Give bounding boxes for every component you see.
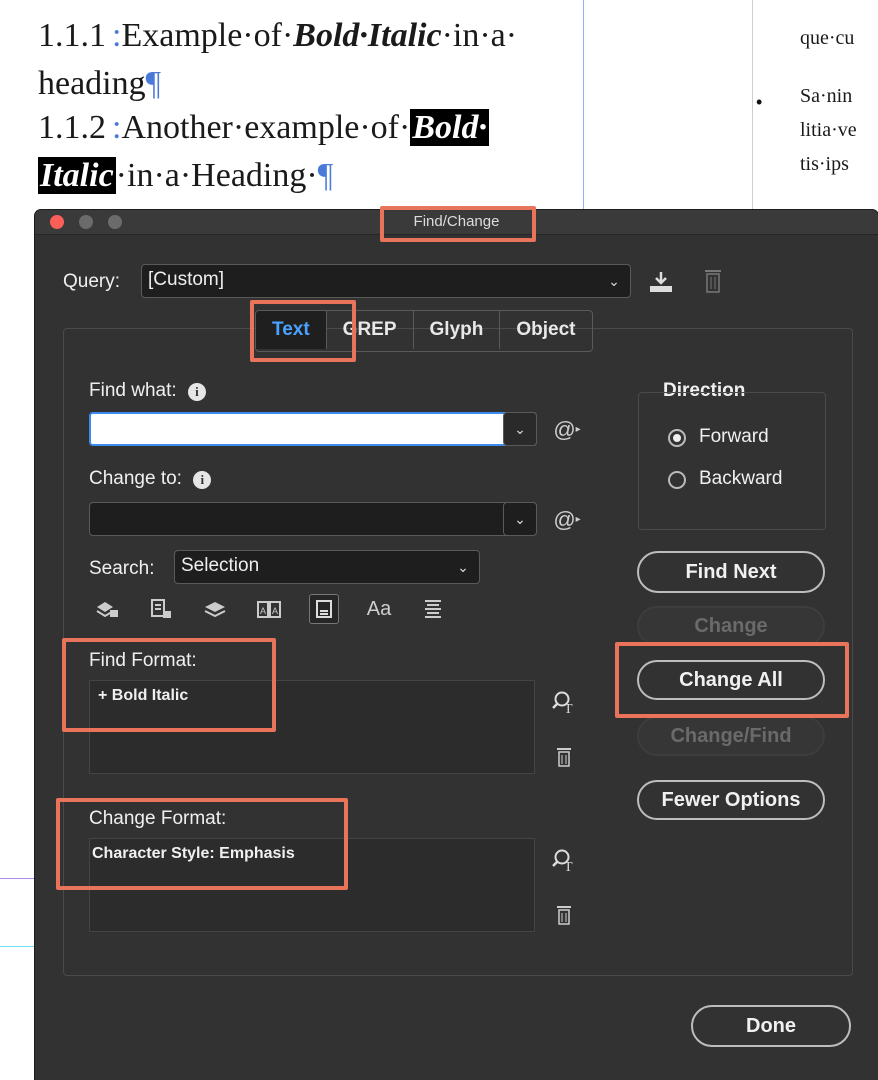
heading-text: Another·example·of· [121,109,411,146]
specify-change-format-icon[interactable]: T [551,846,579,874]
locked-stories-icon[interactable] [147,595,175,623]
find-what-input[interactable] [89,412,537,446]
find-what-label: Find what: i [89,380,206,402]
fewer-options-button[interactable]: Fewer Options [637,780,825,820]
find-format-highlight [62,638,276,732]
selected-bold-italic-text: Bold· [410,109,489,146]
selected-bold-italic-text: Italic [38,157,116,194]
save-query-icon[interactable] [647,268,675,296]
chevron-down-icon: ⌄ [457,558,469,575]
case-sensitive-icon[interactable]: Aa [365,595,393,623]
heading-number: 1.1.2 [38,109,106,146]
heading-1-1-2-continued[interactable]: Italic·in·a·Heading·¶ [38,156,333,196]
locked-layers-icon[interactable] [93,595,121,623]
search-label: Search: [89,558,155,579]
heading-text: ·in·a·Heading· [115,157,318,194]
clear-change-format-icon[interactable] [553,902,575,928]
heading-number: 1.1.1 [38,17,106,54]
heading-1-1-2[interactable]: 1.1.2:Another·example·of·Bold· [38,108,489,148]
change-to-label: Change to: i [89,468,212,490]
bold-italic-text: Bold·Italic [293,17,442,54]
chevron-down-icon: ⌄ [514,420,526,437]
find-what-dropdown[interactable]: ⌄ [503,412,537,446]
column-guide [583,0,584,210]
special-characters-icon[interactable]: @ ▸ [551,416,583,444]
tab-object[interactable]: Object [499,311,591,349]
body-text-line: que·cu [800,27,855,49]
find-change-dialog: Find/Change Query: [Custom] ⌄ Text GREP … [35,206,878,1080]
svg-text:T: T [564,702,573,715]
find-next-button[interactable]: Find Next [637,551,825,593]
query-select[interactable]: [Custom] ⌄ [141,264,631,298]
bullet-icon: • [756,92,763,112]
footnotes-icon[interactable] [309,594,339,624]
body-text-line: Sa·nin [800,85,853,107]
backward-label[interactable]: Backward [699,468,782,490]
hidden-layers-icon[interactable] [201,595,229,623]
tab-glyph[interactable]: Glyph [412,311,500,349]
backward-radio[interactable] [668,471,686,489]
master-pages-icon[interactable]: AA [255,595,283,623]
change-to-input[interactable] [89,502,537,536]
heading-1-1-1-continued[interactable]: heading¶ [38,64,161,104]
chevron-down-icon: ⌄ [514,510,526,527]
clear-find-format-icon[interactable] [553,744,575,770]
heading-1-1-1[interactable]: 1.1.1:Example·of·Bold·Italic·in·a· [38,16,517,56]
svg-text:A: A [272,606,278,616]
whole-word-icon[interactable] [419,595,447,623]
title-highlight [380,206,536,242]
heading-text: Example·of· [121,17,294,54]
search-scope-select[interactable]: Selection ⌄ [174,550,480,584]
body-text-line: litia·ve [800,119,857,141]
margin-guide [0,878,35,879]
search-scope-value: Selection [181,555,260,576]
svg-text:A: A [260,606,266,616]
specify-find-format-icon[interactable]: T [551,688,579,716]
change-format-highlight [56,798,348,890]
change-button[interactable]: Change [637,606,825,646]
change-to-dropdown[interactable]: ⌄ [503,502,537,536]
heading-text: ·in·a· [441,17,518,54]
search-options-toolbar: AA Aa [93,594,473,624]
change-all-highlight [615,642,849,718]
chevron-down-icon: ⌄ [608,272,620,289]
done-button[interactable]: Done [691,1005,851,1047]
query-label: Query: [63,271,121,292]
text-tab-highlight [250,300,356,362]
special-characters-icon[interactable]: @ ▸ [551,506,583,534]
direction-group [638,392,826,530]
delete-query-icon[interactable] [701,266,725,296]
change-find-button[interactable]: Change/Find [637,716,825,756]
query-value: [Custom] [148,269,225,290]
body-text-line: tis·ips [800,153,849,175]
pilcrow-mark: ¶ [145,65,162,102]
margin-guide [0,946,35,947]
heading-text: heading [38,65,146,102]
forward-radio[interactable] [668,429,686,447]
info-icon[interactable]: i [187,383,206,401]
forward-label[interactable]: Forward [699,426,769,448]
column-guide [752,0,753,210]
pilcrow-mark: ¶ [317,157,334,194]
svg-text:T: T [564,860,573,873]
info-icon[interactable]: i [193,471,212,489]
